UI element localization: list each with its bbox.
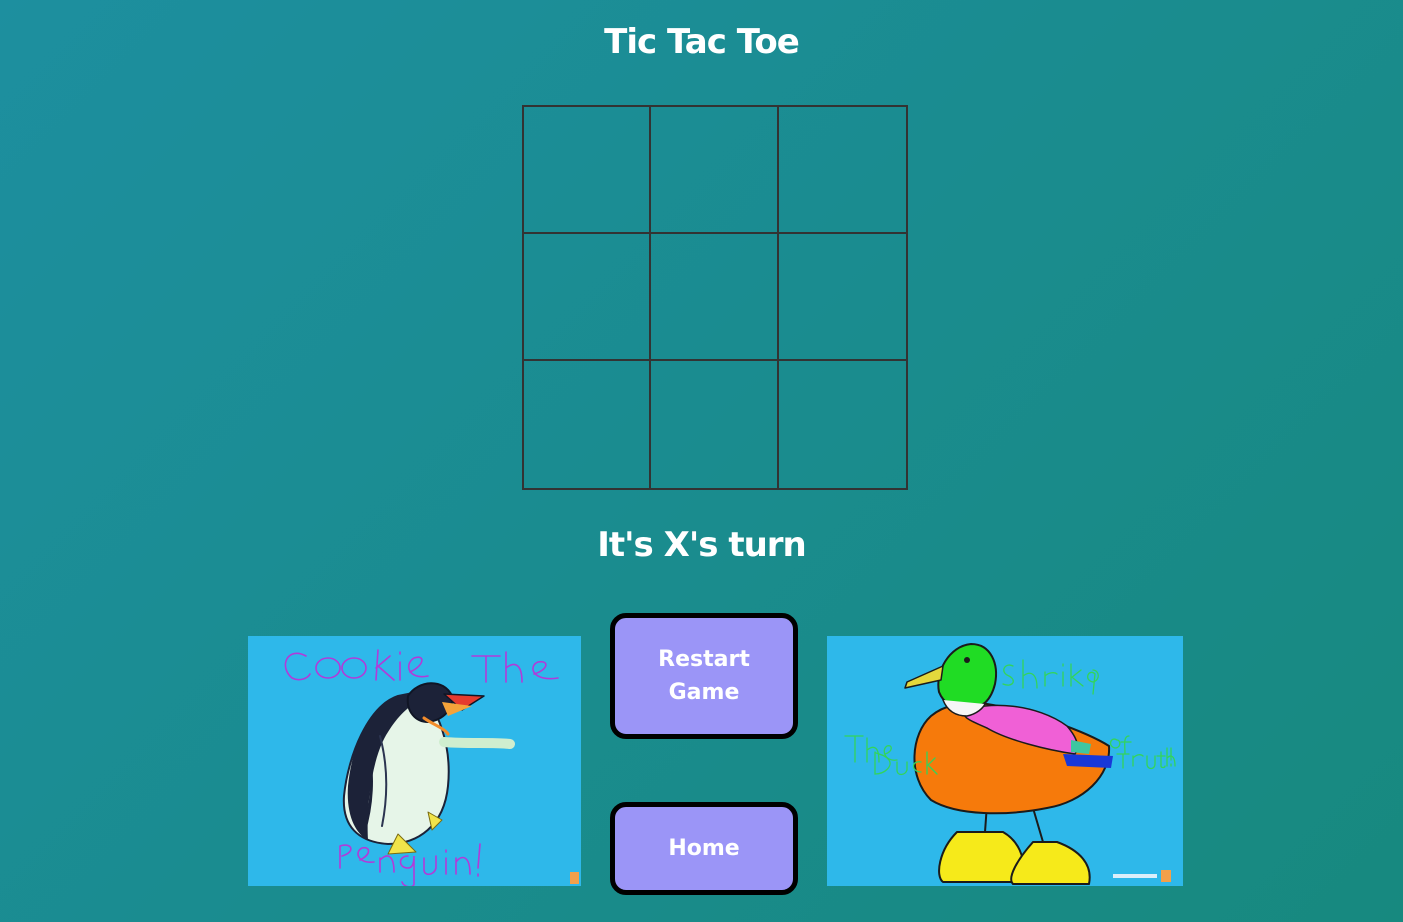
home-button[interactable]: Home xyxy=(610,802,798,895)
board-cell-7[interactable] xyxy=(524,361,652,488)
game-title: Tic Tac Toe xyxy=(604,22,800,62)
board-cell-6[interactable] xyxy=(778,234,906,361)
board-cell-1[interactable] xyxy=(524,107,652,234)
board-cell-9[interactable] xyxy=(779,361,906,488)
board-cell-2[interactable] xyxy=(651,107,779,234)
game-board xyxy=(522,105,908,490)
restart-game-button[interactable]: Restart Game xyxy=(610,613,798,739)
penguin-drawing xyxy=(248,636,581,886)
board-cell-3[interactable] xyxy=(778,107,906,234)
board-cell-5[interactable] xyxy=(651,234,779,361)
board-cell-4[interactable] xyxy=(524,234,652,361)
turn-status: It's X's turn xyxy=(597,525,807,565)
duck-drawing xyxy=(827,636,1183,886)
board-cell-8[interactable] xyxy=(651,361,779,488)
